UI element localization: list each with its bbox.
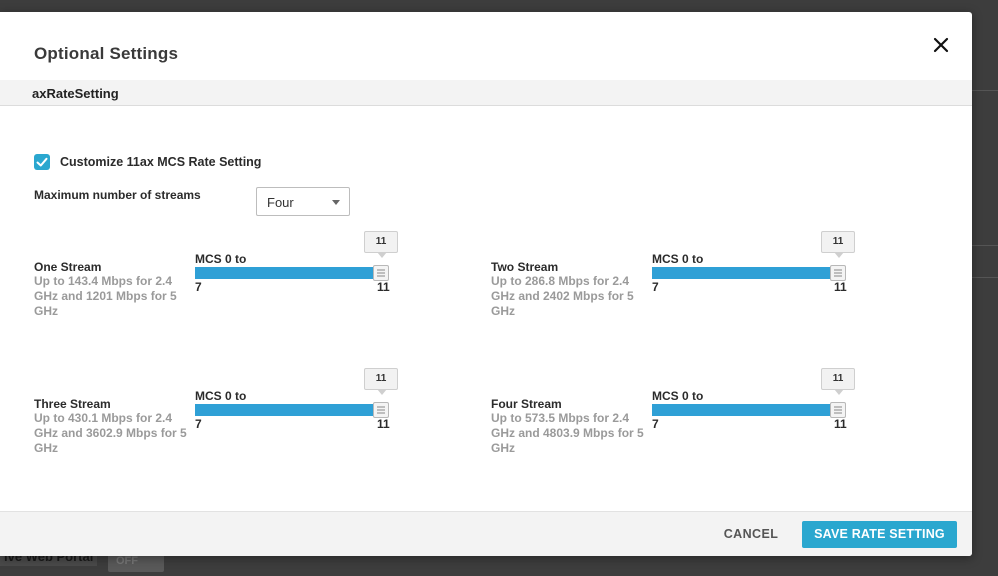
mcs-slider-track[interactable] xyxy=(195,267,381,279)
mcs-slider-track[interactable] xyxy=(652,267,838,279)
grip-icon xyxy=(834,406,842,414)
stream-two: Two Stream Up to 286.8 Mbps for 2.4 GHz … xyxy=(491,231,861,370)
slider-max-label: 11 xyxy=(834,417,847,431)
slider-max-label: 11 xyxy=(377,280,390,294)
stream-four: Four Stream Up to 573.5 Mbps for 2.4 GHz… xyxy=(491,368,861,507)
mcs-label: MCS 0 to xyxy=(195,252,247,266)
slider-max-label: 11 xyxy=(377,417,390,431)
optional-settings-dialog: Optional Settings axRateSetting Customiz… xyxy=(0,12,972,556)
mcs-slider-track[interactable] xyxy=(195,404,381,416)
mcs-label: MCS 0 to xyxy=(652,389,704,403)
mcs-slider-track[interactable] xyxy=(652,404,838,416)
check-icon xyxy=(36,157,48,167)
backdrop-divider xyxy=(972,277,998,278)
max-streams-label: Maximum number of streams xyxy=(34,188,201,202)
stream-description: Up to 143.4 Mbps for 2.4 GHz and 1201 Mb… xyxy=(34,274,177,318)
grip-icon xyxy=(834,269,842,277)
stream-description: Up to 286.8 Mbps for 2.4 GHz and 2402 Mb… xyxy=(491,274,634,318)
slider-value-tooltip: 11 xyxy=(821,231,855,258)
stream-title: Four Stream xyxy=(491,397,562,411)
cancel-button[interactable]: CANCEL xyxy=(712,520,790,548)
dialog-footer: CANCEL SAVE RATE SETTING xyxy=(0,511,972,556)
slider-value-tooltip: 11 xyxy=(364,231,398,258)
stream-description: Up to 430.1 Mbps for 2.4 GHz and 3602.9 … xyxy=(34,411,187,455)
close-button[interactable] xyxy=(928,32,954,58)
slider-value-tooltip: 11 xyxy=(821,368,855,395)
grip-icon xyxy=(377,269,385,277)
mcs-slider-handle[interactable] xyxy=(373,265,389,281)
stream-three: Three Stream Up to 430.1 Mbps for 2.4 GH… xyxy=(34,368,404,507)
slider-min-label: 7 xyxy=(195,280,202,294)
customize-mcs-label: Customize 11ax MCS Rate Setting xyxy=(60,155,262,169)
stream-title: One Stream xyxy=(34,260,102,274)
stream-title: Two Stream xyxy=(491,260,559,274)
slider-max-label: 11 xyxy=(834,280,847,294)
stream-description: Up to 573.5 Mbps for 2.4 GHz and 4803.9 … xyxy=(491,411,644,455)
stream-title: Three Stream xyxy=(34,397,111,411)
slider-min-label: 7 xyxy=(652,280,659,294)
mcs-label: MCS 0 to xyxy=(195,389,247,403)
section-title: axRateSetting xyxy=(32,86,119,101)
backdrop-divider xyxy=(972,245,998,246)
mcs-slider-handle[interactable] xyxy=(830,265,846,281)
stream-one: One Stream Up to 143.4 Mbps for 2.4 GHz … xyxy=(34,231,404,370)
dialog-title: Optional Settings xyxy=(34,44,179,63)
slider-value-tooltip: 11 xyxy=(364,368,398,395)
mcs-slider-handle[interactable] xyxy=(373,402,389,418)
mcs-label: MCS 0 to xyxy=(652,252,704,266)
mcs-slider-handle[interactable] xyxy=(830,402,846,418)
save-rate-setting-button[interactable]: SAVE RATE SETTING xyxy=(802,521,957,548)
section-header: axRateSetting xyxy=(0,80,972,106)
grip-icon xyxy=(377,406,385,414)
max-streams-value: Four xyxy=(267,195,294,210)
caret-down-icon xyxy=(332,200,340,205)
close-icon xyxy=(933,37,949,53)
slider-min-label: 7 xyxy=(652,417,659,431)
customize-mcs-checkbox[interactable] xyxy=(34,154,50,170)
slider-min-label: 7 xyxy=(195,417,202,431)
backdrop-divider xyxy=(972,90,998,91)
max-streams-select[interactable]: Four xyxy=(256,187,350,216)
